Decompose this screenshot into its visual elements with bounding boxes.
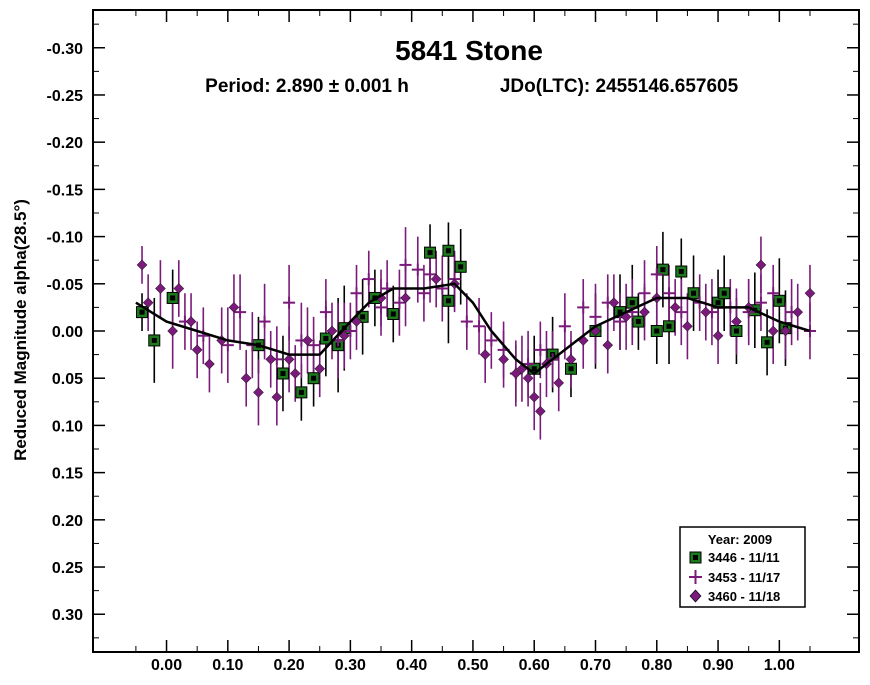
point-square-core <box>298 389 304 395</box>
point-3446 <box>650 325 663 337</box>
y-tick-label: 0.05 <box>52 371 83 388</box>
legend: Year: 2009 3446 - 11/11 3453 - 11/17 346… <box>679 526 806 608</box>
y-axis-label: Reduced Magnitude alpha(28.5°) <box>11 199 30 461</box>
point-square-core <box>427 250 433 256</box>
y-tick-label: 0.00 <box>52 324 83 341</box>
y-tick-label: -0.20 <box>47 135 84 152</box>
point-square-core <box>390 311 396 317</box>
x-tick-label: 0.50 <box>457 657 488 674</box>
point-3446 <box>663 320 676 333</box>
point-square-core <box>170 295 176 301</box>
x-tick-label: 0.00 <box>151 657 182 674</box>
x-tick-label: 0.90 <box>702 657 733 674</box>
point-square-core <box>531 366 537 372</box>
point-3446 <box>387 308 400 321</box>
point-3446 <box>773 294 786 307</box>
x-tick-label: 0.10 <box>212 657 243 674</box>
y-tick-label: 0.15 <box>52 466 83 483</box>
legend-swatch-square <box>689 551 702 564</box>
point-3446 <box>442 294 455 307</box>
point-3446 <box>761 336 774 349</box>
point-3446 <box>148 334 161 347</box>
point-3446 <box>424 246 437 259</box>
y-tick-label: 0.20 <box>52 513 83 530</box>
point-3446 <box>295 386 308 399</box>
point-square-core <box>721 290 727 296</box>
point-3446 <box>675 265 688 278</box>
y-tick-label: 0.10 <box>52 418 83 435</box>
x-tick-label: 0.30 <box>335 657 366 674</box>
x-tick-label: 0.40 <box>396 657 427 674</box>
point-square-core <box>691 290 697 296</box>
x-tick-label: 0.80 <box>641 657 672 674</box>
point-square-core <box>635 319 641 325</box>
point-square-core <box>139 309 145 315</box>
y-tick-label: -0.10 <box>47 230 84 247</box>
y-tick-label: 0.25 <box>52 560 83 577</box>
point-3446 <box>276 367 289 380</box>
point-3446 <box>718 287 731 300</box>
point-3446 <box>166 291 179 304</box>
y-tick-label: -0.25 <box>47 88 84 105</box>
point-square-core <box>629 300 635 306</box>
point-3446 <box>442 244 455 257</box>
point-3446 <box>454 260 467 273</box>
chart-subtitle-period: Period: 2.890 ± 0.001 h <box>205 76 409 97</box>
point-square-core <box>568 366 574 372</box>
point-3446 <box>632 315 645 328</box>
point-square-core <box>733 328 739 334</box>
point-3446 <box>687 287 700 300</box>
lightcurve-chart: 0.00 0.10 0.20 0.30 0.40 0.50 0.60 0.70 0.80 0.90… <box>0 0 870 680</box>
point-square-core <box>666 323 672 329</box>
point-3446 <box>564 362 577 375</box>
y-tick-label: 0.30 <box>52 607 83 624</box>
y-tick-label: -0.15 <box>47 182 84 199</box>
chart-subtitle-epoch: JDo(LTC): 2455146.657605 <box>500 76 739 97</box>
point-square-core <box>764 339 770 345</box>
point-square-core <box>360 314 366 320</box>
point-3446 <box>307 372 320 385</box>
point-square-core <box>458 264 464 270</box>
x-tick-label: 0.20 <box>274 657 305 674</box>
point-square-core <box>445 298 451 304</box>
point-square-core <box>311 375 317 381</box>
point-square-core <box>280 370 286 376</box>
point-square-core <box>445 248 451 254</box>
x-tick-label: 0.60 <box>519 657 550 674</box>
point-square-core <box>654 328 660 334</box>
x-tick-label: 1.00 <box>764 657 795 674</box>
point-square-core <box>323 336 329 342</box>
x-tick-label: 0.70 <box>580 657 611 674</box>
legend-entry-3453: 3453 - 11/17 <box>708 570 780 585</box>
point-square-core <box>776 298 782 304</box>
point-square-core <box>715 300 721 306</box>
point-square-core <box>660 267 666 273</box>
lightcurve-figure: 0.00 0.10 0.20 0.30 0.40 0.50 0.60 0.70 0.80 0.90… <box>0 0 870 680</box>
point-3446 <box>730 325 743 337</box>
point-square-core <box>151 337 157 343</box>
legend-title: Year: 2009 <box>708 532 772 547</box>
y-tick-label: -0.30 <box>47 41 84 58</box>
point-square-core <box>678 269 684 275</box>
chart-title: 5841 Stone <box>395 35 543 66</box>
legend-entry-3460: 3460 - 11/18 <box>708 589 780 604</box>
y-tick-label: -0.05 <box>47 277 84 294</box>
legend-entry-3446: 3446 - 11/11 <box>708 550 780 565</box>
